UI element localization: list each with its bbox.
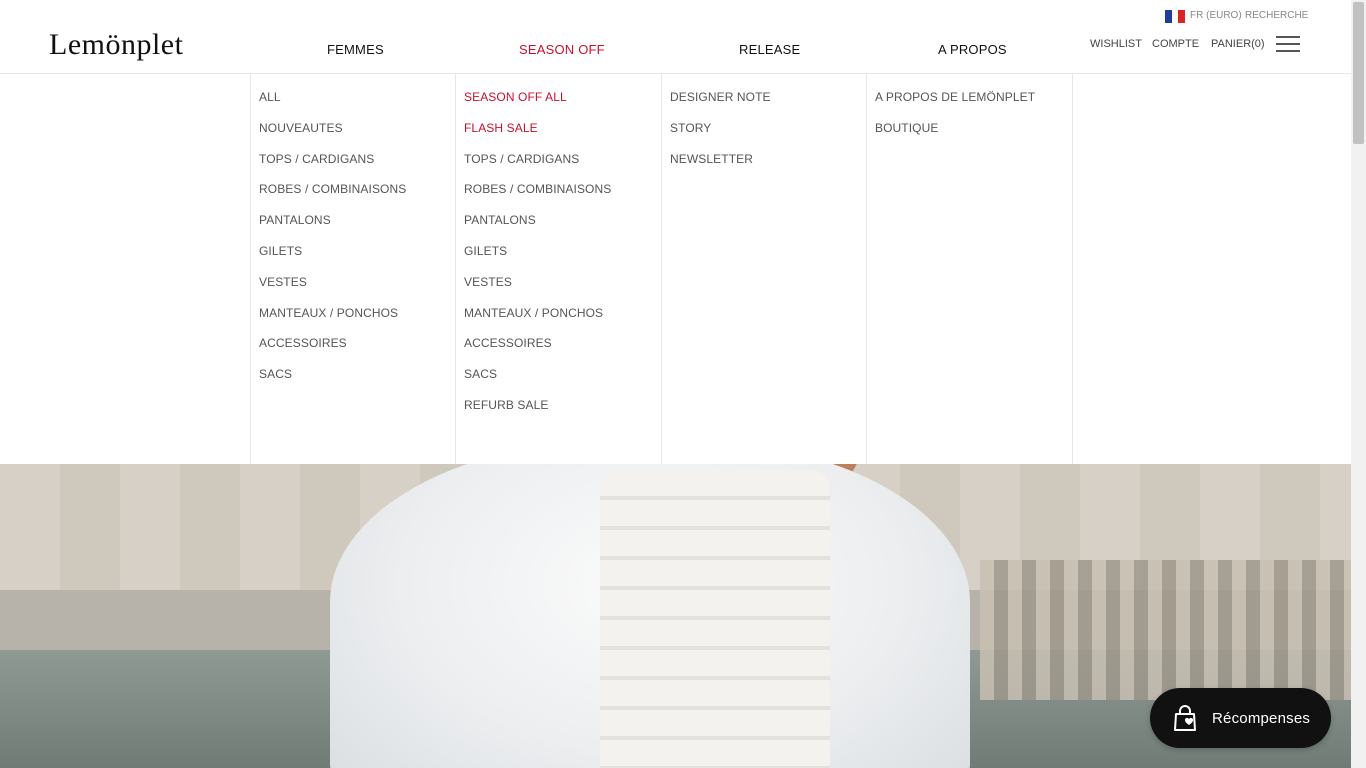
rewards-label: Récompenses bbox=[1212, 709, 1311, 727]
menu-item[interactable]: STORY bbox=[670, 121, 867, 152]
menu-item[interactable]: PANTALONS bbox=[464, 213, 661, 244]
menu-item[interactable]: GILETS bbox=[259, 244, 456, 275]
search-link[interactable]: RECHERCHE bbox=[1245, 10, 1308, 21]
nav-femmes[interactable]: FEMMES bbox=[327, 42, 384, 57]
menu-column-a-propos: A PROPOS DE LEMÖNPLET BOUTIQUE bbox=[866, 74, 1072, 464]
menu-item[interactable]: ACCESSOIRES bbox=[259, 336, 456, 367]
menu-item[interactable]: SEASON OFF ALL bbox=[464, 90, 661, 121]
menu-item[interactable]: PANTALONS bbox=[259, 213, 456, 244]
menu-item[interactable]: A PROPOS DE LEMÖNPLET bbox=[875, 90, 1072, 121]
menu-item[interactable]: SACS bbox=[464, 367, 661, 398]
rewards-button[interactable]: Récompenses bbox=[1150, 688, 1331, 748]
menu-column-femmes: ALL NOUVEAUTES TOPS / CARDIGANS ROBES / … bbox=[250, 74, 456, 464]
nav-release[interactable]: RELEASE bbox=[739, 42, 800, 57]
menu-item[interactable]: ACCESSOIRES bbox=[464, 336, 661, 367]
menu-column-season-off: SEASON OFF ALL FLASH SALE TOPS / CARDIGA… bbox=[455, 74, 661, 464]
menu-item[interactable]: ROBES / COMBINAISONS bbox=[464, 182, 661, 213]
menu-divider bbox=[1072, 74, 1073, 464]
menu-item[interactable]: ROBES / COMBINAISONS bbox=[259, 182, 456, 213]
account-link[interactable]: COMPTE bbox=[1152, 38, 1199, 50]
menu-item[interactable]: NEWSLETTER bbox=[670, 152, 867, 183]
menu-item[interactable]: DESIGNER NOTE bbox=[670, 90, 867, 121]
nav-a-propos[interactable]: A PROPOS bbox=[938, 42, 1007, 57]
france-flag-icon[interactable] bbox=[1165, 10, 1186, 23]
scrollbar-thumb[interactable] bbox=[1353, 2, 1364, 144]
shopping-bag-heart-icon bbox=[1174, 705, 1196, 731]
menu-item[interactable]: VESTES bbox=[259, 275, 456, 306]
hero-balustrade bbox=[980, 560, 1351, 700]
site-header: Lemönplet FR (EURO) RECHERCHE FEMMES SEA… bbox=[0, 0, 1351, 74]
cart-link[interactable]: PANIER(0) bbox=[1211, 38, 1265, 50]
site-logo[interactable]: Lemönplet bbox=[49, 28, 183, 62]
page: Lemönplet FR (EURO) RECHERCHE FEMMES SEA… bbox=[0, 0, 1351, 768]
menu-item[interactable]: VESTES bbox=[464, 275, 661, 306]
menu-item[interactable]: BOUTIQUE bbox=[875, 121, 1072, 152]
menu-item[interactable]: REFURB SALE bbox=[464, 398, 661, 429]
menu-item[interactable]: TOPS / CARDIGANS bbox=[259, 152, 456, 183]
mega-menu: ALL NOUVEAUTES TOPS / CARDIGANS ROBES / … bbox=[0, 74, 1351, 464]
menu-item[interactable]: GILETS bbox=[464, 244, 661, 275]
hamburger-menu-icon[interactable] bbox=[1276, 36, 1300, 54]
menu-item[interactable]: MANTEAUX / PONCHOS bbox=[464, 306, 661, 337]
menu-item[interactable]: MANTEAUX / PONCHOS bbox=[259, 306, 456, 337]
region-selector[interactable]: FR (EURO) bbox=[1190, 10, 1242, 21]
menu-item[interactable]: TOPS / CARDIGANS bbox=[464, 152, 661, 183]
menu-item[interactable]: SACS bbox=[259, 367, 456, 398]
menu-item[interactable]: NOUVEAUTES bbox=[259, 121, 456, 152]
wishlist-link[interactable]: WISHLIST bbox=[1090, 38, 1142, 50]
menu-item[interactable]: ALL bbox=[259, 90, 456, 121]
hero-knit-top bbox=[600, 470, 830, 768]
menu-item[interactable]: FLASH SALE bbox=[464, 121, 661, 152]
nav-season-off[interactable]: SEASON OFF bbox=[519, 42, 605, 57]
menu-column-release: DESIGNER NOTE STORY NEWSLETTER bbox=[661, 74, 867, 464]
